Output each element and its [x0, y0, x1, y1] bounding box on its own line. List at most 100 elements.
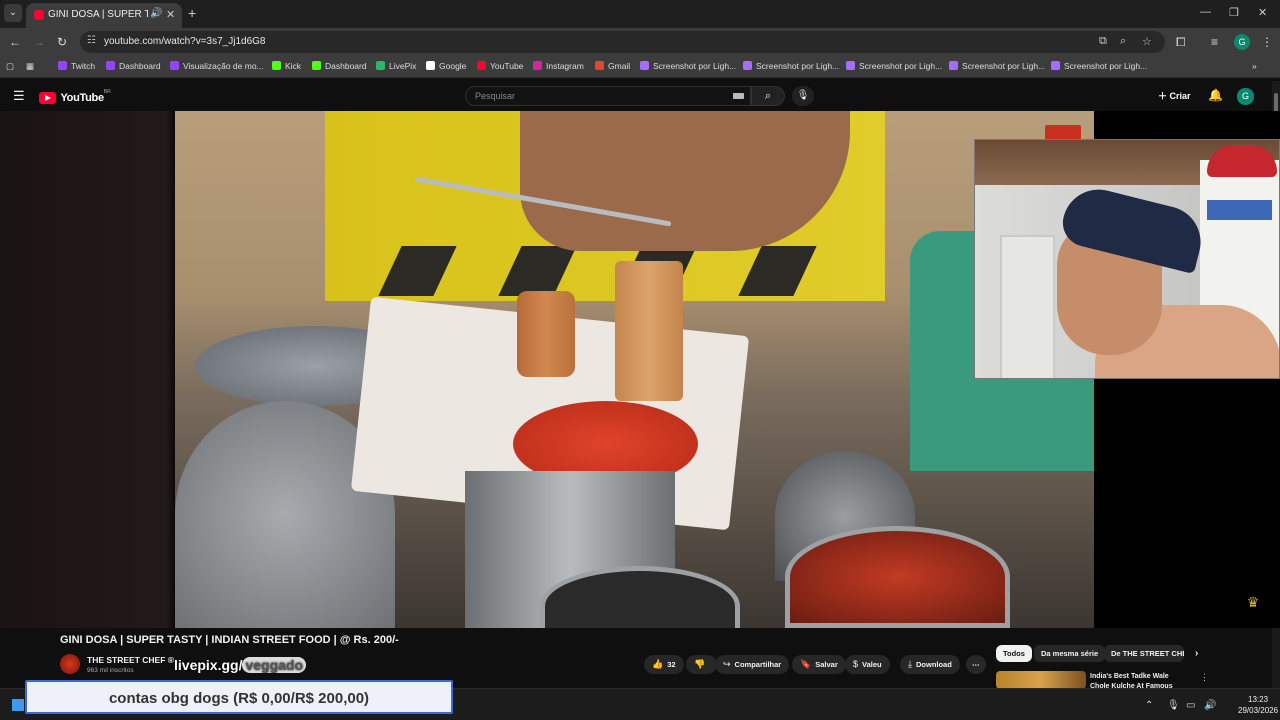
video-scene-pot [785, 526, 1010, 628]
search-button[interactable]: ⌕ [751, 86, 785, 106]
share-label: Compartilhar [734, 660, 782, 669]
bookmark-gmail[interactable]: Gmail [595, 61, 630, 71]
browser-menu-icon[interactable]: ⋮ [1261, 35, 1273, 49]
tray-volume-icon[interactable]: 🔊 [1204, 700, 1216, 711]
chip-same-series[interactable]: Da mesma série [1034, 645, 1106, 662]
bookmark-twitch[interactable]: Twitch [58, 61, 95, 71]
back-icon[interactable]: ← [9, 35, 21, 49]
tab-search-button[interactable]: ⌄ [4, 4, 22, 22]
browser-profile-avatar[interactable]: G [1234, 34, 1250, 50]
instagram-icon [533, 61, 542, 70]
search-input[interactable]: Pesquisar [465, 86, 751, 106]
bookmark-google[interactable]: Google [426, 61, 466, 71]
twitch-icon [58, 61, 67, 70]
search-icon: ⌕ [764, 90, 772, 102]
twitch-icon [170, 61, 179, 70]
like-button[interactable]: 👍 32 [644, 655, 684, 674]
bookmark-star-icon[interactable]: ☆ [1142, 35, 1152, 48]
more-actions-button[interactable]: ⋯ [966, 655, 986, 674]
chip-all[interactable]: Todos [996, 645, 1032, 662]
bookmark-instagram[interactable]: Instagram [533, 61, 584, 71]
share-icon: ↪ [723, 659, 731, 669]
bookmark-screenshot-1[interactable]: Screenshot por Ligh... [640, 61, 736, 71]
youtube-logo[interactable]: YouTubeBR [39, 89, 111, 104]
bookmark-livepix[interactable]: LivePix [376, 61, 416, 71]
tab-title: GINI DOSA | SUPER TASTY | [48, 9, 148, 20]
more-bookmarks-icon[interactable]: » [1252, 61, 1257, 71]
download-icon: ⤓ [908, 659, 912, 669]
bookmark-screenshot-4[interactable]: Screenshot por Ligh... [949, 61, 1045, 71]
bookmark-youtube[interactable]: YouTube [477, 61, 523, 71]
webcam-red-object [1207, 145, 1277, 177]
bookmark-kick[interactable]: Kick [272, 61, 301, 71]
create-button[interactable]: ＋ Criar [1158, 89, 1191, 102]
close-tab-icon[interactable]: ✕ [166, 8, 175, 21]
youtube-avatar[interactable]: G [1237, 88, 1254, 105]
tray-network-icon[interactable]: ▭ [1186, 700, 1195, 711]
chip-from-channel[interactable]: De THE STREET CHEF [1104, 645, 1184, 662]
bookmark-screenshot-5[interactable]: Screenshot por Ligh... [1051, 61, 1147, 71]
url-text[interactable]: youtube.com/watch?v=3s7_Jj1d6G8 [104, 36, 266, 47]
restore-icon[interactable]: ❐ [1229, 6, 1239, 19]
notifications-bell-icon[interactable]: 🔔 [1208, 88, 1223, 102]
thumbs-down-icon: 👎 [694, 659, 706, 669]
livepix-icon [376, 61, 385, 70]
lightshot-icon [949, 61, 958, 70]
google-icon [426, 61, 435, 70]
minimize-icon[interactable]: — [1200, 6, 1211, 18]
bookmark-square-icon[interactable]: ▢ [6, 61, 14, 72]
tray-mic-icon[interactable]: 🎙 [1167, 700, 1180, 711]
hamburger-menu-icon[interactable]: ☰ [13, 88, 25, 104]
bookmark-dashboard-twitch[interactable]: Dashboard [106, 61, 161, 71]
apps-grid-icon[interactable]: ▦ [26, 61, 34, 72]
bookmark-screenshot-2[interactable]: Screenshot por Ligh... [743, 61, 839, 71]
reload-icon[interactable]: ↻ [57, 35, 67, 49]
webcam-blue-object [1207, 200, 1272, 220]
mic-icon: 🎙 [796, 90, 810, 101]
share-button[interactable]: ↪ Compartilhar [715, 655, 790, 674]
video-scene-dosa-roll [615, 261, 683, 401]
voice-search-button[interactable]: 🎙 [792, 86, 814, 106]
thanks-label: Valeu [862, 660, 882, 669]
system-clock[interactable]: 13:23 29/03/2026 [1238, 694, 1278, 716]
thanks-button[interactable]: $ Valeu [845, 655, 890, 674]
donation-goal-text: contas obg dogs (R$ 0,00/R$ 200,00) [108, 690, 370, 707]
zoom-icon[interactable]: ⌕ [1120, 35, 1126, 48]
save-button[interactable]: 🔖 Salvar [792, 655, 846, 674]
windows-start-icon[interactable] [12, 699, 24, 711]
logo-country: BR [103, 89, 111, 95]
new-tab-button[interactable]: + [188, 5, 196, 21]
forward-icon[interactable]: → [33, 35, 45, 49]
more-icon: ⋯ [972, 660, 980, 669]
media-controls-icon[interactable]: ≡ [1211, 35, 1218, 49]
video-player[interactable] [175, 111, 1094, 628]
site-info-icon[interactable]: ☷ [87, 35, 96, 46]
bookmark-visualizacao[interactable]: Visualização de mo... [170, 61, 264, 71]
close-window-icon[interactable]: ✕ [1258, 6, 1267, 19]
dislike-button[interactable]: 👎 [686, 655, 718, 674]
subscriber-count: 963 mil inscritos [87, 667, 134, 674]
save-label: Salvar [815, 660, 838, 669]
create-label: Criar [1169, 91, 1191, 101]
keyboard-icon[interactable] [733, 93, 744, 99]
recommended-more-icon[interactable]: ⋮ [1200, 672, 1209, 683]
bookmark-dashboard-kick[interactable]: Dashboard [312, 61, 367, 71]
browser-tab-active[interactable]: GINI DOSA | SUPER TASTY | 🔊 ✕ [26, 3, 182, 28]
thanks-icon: $ [853, 659, 859, 669]
download-button[interactable]: ⤓ Download [900, 655, 960, 674]
recommended-title[interactable]: India's Best Tadke Wale Chole Kulche At … [1090, 672, 1190, 689]
extensions-icon[interactable]: ⧠ [1176, 35, 1186, 50]
chips-next-icon[interactable]: › [1188, 645, 1205, 662]
tray-chevron-icon[interactable]: ⌃ [1145, 700, 1153, 711]
channel-watermark-icon[interactable]: ♛ [1243, 594, 1263, 614]
plus-icon: ＋ [1158, 91, 1168, 101]
recommended-thumbnail[interactable] [996, 671, 1086, 689]
address-bar[interactable]: ☷ youtube.com/watch?v=3s7_Jj1d6G8 ⧉ ⌕ ☆ [80, 31, 1165, 53]
channel-name[interactable]: THE STREET CHEF ® [87, 655, 174, 665]
download-label: Download [915, 660, 952, 669]
install-app-icon[interactable]: ⧉ [1099, 35, 1107, 48]
twitch-icon [106, 61, 115, 70]
channel-avatar[interactable] [60, 654, 80, 674]
speaker-icon[interactable]: 🔊 [150, 8, 162, 19]
bookmark-screenshot-3[interactable]: Screenshot por Ligh... [846, 61, 942, 71]
